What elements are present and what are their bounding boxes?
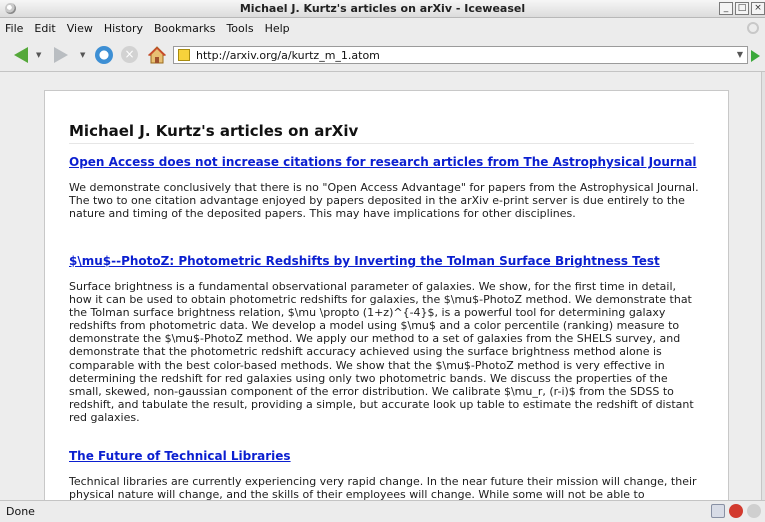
go-icon[interactable]: [751, 50, 760, 62]
back-icon[interactable]: [14, 47, 28, 63]
vertical-scrollbar[interactable]: [761, 72, 765, 500]
reload-icon[interactable]: [95, 46, 113, 64]
status-text: Done: [6, 505, 35, 518]
menu-tools[interactable]: Tools: [221, 22, 259, 35]
close-button[interactable]: ×: [751, 2, 765, 15]
menu-history[interactable]: History: [99, 22, 149, 35]
url-dropdown-icon[interactable]: ▼: [737, 50, 743, 59]
article-item: Open Access does not increase citations …: [69, 155, 699, 220]
url-text[interactable]: http://arxiv.org/a/kurtz_m_1.atom: [196, 49, 380, 62]
maximize-button[interactable]: □: [735, 2, 749, 15]
stop-icon[interactable]: ×: [121, 46, 138, 63]
status-bar: Done: [0, 500, 765, 522]
menu-view[interactable]: View: [62, 22, 99, 35]
menu-file[interactable]: File: [0, 22, 29, 35]
forward-icon[interactable]: [54, 47, 68, 63]
addon-status-icon[interactable]: [747, 504, 761, 518]
menu-bar: File Edit View History Bookmarks Tools H…: [0, 19, 765, 38]
back-history-dropdown-icon[interactable]: ▼: [36, 51, 41, 59]
window-controls: _ □ ×: [719, 2, 765, 15]
article-item: $\mu$--PhotoZ: Photometric Redshifts by …: [69, 254, 699, 424]
site-favicon-icon: [178, 49, 190, 61]
menu-help[interactable]: Help: [260, 22, 296, 35]
forward-history-dropdown-icon[interactable]: ▼: [80, 51, 85, 59]
page-info-icon[interactable]: [711, 504, 725, 518]
navigation-toolbar: ▼ ▼ × http://arxiv.org/a/kurtz_m_1.atom …: [0, 38, 765, 72]
article-abstract: We demonstrate conclusively that there i…: [69, 181, 699, 221]
article-title-link[interactable]: $\mu$--PhotoZ: Photometric Redshifts by …: [69, 254, 699, 269]
home-icon[interactable]: [148, 46, 166, 64]
url-bar[interactable]: http://arxiv.org/a/kurtz_m_1.atom ▼: [173, 46, 748, 64]
status-icons: [711, 504, 761, 518]
menu-edit[interactable]: Edit: [29, 22, 61, 35]
article-title-link[interactable]: Open Access does not increase citations …: [69, 155, 699, 170]
menu-bookmarks[interactable]: Bookmarks: [149, 22, 221, 35]
content-viewport: Michael J. Kurtz's articles on arXiv Ope…: [0, 72, 761, 500]
feed-page: Michael J. Kurtz's articles on arXiv Ope…: [44, 90, 729, 500]
minimize-button[interactable]: _: [719, 2, 733, 15]
article-title-link[interactable]: The Future of Technical Libraries: [69, 449, 699, 464]
page-title: Michael J. Kurtz's articles on arXiv: [69, 122, 694, 144]
article-abstract: Technical libraries are currently experi…: [69, 475, 697, 500]
window-titlebar: Michael J. Kurtz's articles on arXiv - I…: [0, 0, 765, 18]
throbber-icon: [747, 22, 759, 34]
window-title: Michael J. Kurtz's articles on arXiv - I…: [239, 2, 526, 15]
blocked-content-icon[interactable]: [729, 504, 743, 518]
article-abstract: Surface brightness is a fundamental obse…: [69, 280, 694, 424]
article-item: The Future of Technical Libraries Techni…: [69, 449, 699, 500]
